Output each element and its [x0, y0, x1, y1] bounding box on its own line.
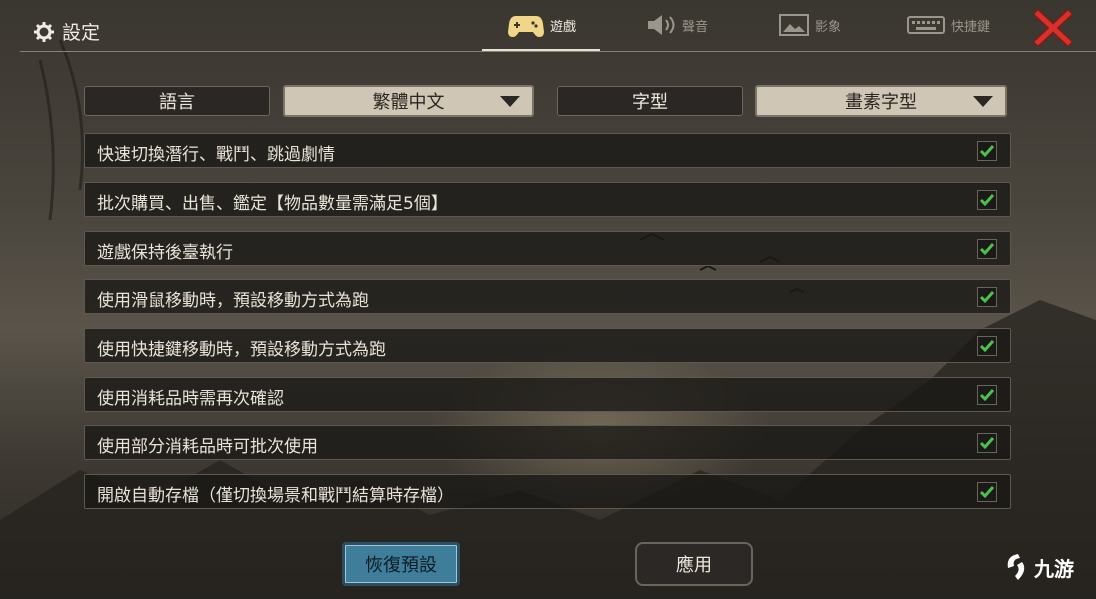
font-value: 畫素字型	[845, 92, 917, 113]
option-label: 使用消耗品時需再次確認	[97, 389, 284, 409]
checkmark-icon	[979, 291, 995, 304]
checkmark-icon	[979, 194, 995, 207]
language-label: 語言	[84, 86, 270, 116]
option-checkbox[interactable]	[977, 239, 997, 259]
tab-hotkeys-label: 快捷鍵	[951, 19, 991, 35]
tab-video[interactable]: 影象	[779, 8, 841, 42]
option-row: 使用消耗品時需再次確認	[84, 377, 1011, 412]
tab-hotkeys[interactable]: 快捷鍵	[907, 8, 990, 42]
image-icon	[779, 14, 809, 36]
option-label: 使用快捷鍵移動時，預設移動方式為跑	[97, 340, 386, 360]
checkmark-icon	[979, 243, 995, 256]
tab-sound-label: 聲音	[682, 19, 709, 35]
font-dropdown[interactable]: 畫素字型	[755, 85, 1007, 117]
keyboard-icon	[907, 16, 945, 34]
tab-sound[interactable]: 聲音	[646, 8, 708, 42]
language-value: 繁體中文	[372, 92, 445, 113]
watermark-text: 九游	[1034, 556, 1074, 581]
option-row: 使用滑鼠移動時，預設移動方式為跑	[84, 279, 1011, 314]
option-checkbox[interactable]	[977, 287, 997, 307]
checkmark-icon	[979, 437, 995, 450]
option-row: 快速切換潛行、戰鬥、跳過劇情	[84, 133, 1011, 168]
speaker-icon	[648, 15, 675, 35]
language-dropdown[interactable]: 繁體中文	[283, 85, 534, 117]
gamepad-icon	[508, 16, 544, 37]
tab-game[interactable]: 遊戲	[508, 8, 576, 42]
close-icon[interactable]	[1034, 10, 1072, 46]
option-checkbox[interactable]	[977, 141, 997, 161]
option-checkbox[interactable]	[977, 482, 997, 502]
option-label: 開啟自動存檔（僅切換場景和戰鬥結算時存檔）	[97, 486, 454, 506]
tab-game-label: 遊戲	[550, 19, 577, 35]
option-checkbox[interactable]	[977, 336, 997, 356]
option-checkbox[interactable]	[977, 385, 997, 405]
checkmark-icon	[979, 145, 995, 158]
font-label: 字型	[557, 86, 743, 116]
chevron-down-icon	[973, 96, 993, 107]
settings-title-wrap: 設定	[34, 18, 100, 45]
page-title: 設定	[62, 22, 101, 44]
option-row: 使用快捷鍵移動時，預設移動方式為跑	[84, 328, 1011, 363]
option-label: 快速切換潛行、戰鬥、跳過劇情	[97, 145, 335, 165]
option-row: 使用部分消耗品時可批次使用	[84, 425, 1011, 460]
option-row: 開啟自動存檔（僅切換場景和戰鬥結算時存檔）	[84, 474, 1011, 509]
option-label: 遊戲保持後臺執行	[97, 243, 233, 263]
apply-button[interactable]: 應用	[635, 542, 753, 586]
header-divider	[20, 51, 1096, 52]
option-checkbox[interactable]	[977, 433, 997, 453]
checkmark-icon	[979, 340, 995, 353]
settings-header: 設定 遊戲 聲音 影象 快捷鍵	[0, 0, 1096, 54]
watermark: 九游	[1004, 552, 1074, 582]
watermark-logo-icon	[1007, 554, 1025, 580]
option-row: 遊戲保持後臺執行	[84, 231, 1011, 266]
option-label: 批次購買、出售、鑑定【物品數量需滿足5個】	[97, 194, 448, 214]
gear-icon	[34, 21, 54, 42]
chevron-down-icon	[500, 96, 520, 107]
checkmark-icon	[979, 486, 995, 499]
tab-video-label: 影象	[815, 19, 842, 35]
reset-defaults-button[interactable]: 恢復預設	[342, 542, 460, 586]
option-row: 批次購買、出售、鑑定【物品數量需滿足5個】	[84, 182, 1011, 217]
option-label: 使用部分消耗品時可批次使用	[97, 437, 318, 457]
checkmark-icon	[979, 389, 995, 402]
option-label: 使用滑鼠移動時，預設移動方式為跑	[97, 291, 369, 311]
option-checkbox[interactable]	[977, 190, 997, 210]
